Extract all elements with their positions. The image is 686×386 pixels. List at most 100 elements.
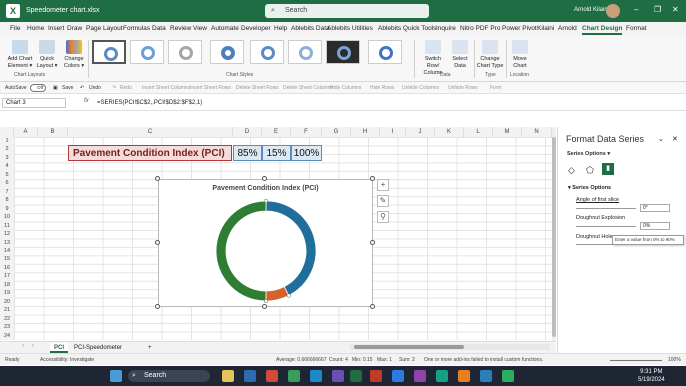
menu-item-power-pivot[interactable]: Power Pivot <box>502 25 537 32</box>
bar-chart-icon[interactable]: ▮ <box>602 163 614 175</box>
menu-item-nitro-pdf-pro[interactable]: Nitro PDF Pro <box>460 25 500 32</box>
menu-item-ablebits-data[interactable]: Ablebits Data <box>291 25 330 32</box>
horizontal-scrollbar[interactable] <box>350 344 550 350</box>
row-header-18[interactable]: 18 <box>0 280 14 290</box>
menu-item-ablebits-quick-tools[interactable]: Ablebits Quick Tools <box>378 25 436 32</box>
row-header-14[interactable]: 14 <box>0 246 14 256</box>
explosion-input[interactable]: 0% <box>640 222 670 230</box>
scroll-left-icon[interactable]: ‹ <box>22 343 24 349</box>
undo-icon[interactable]: ↶ <box>80 85 84 91</box>
row-header-1[interactable]: 1 <box>0 137 14 146</box>
redo-icon[interactable]: ↷ <box>112 85 116 91</box>
row-header-15[interactable]: 15 <box>0 255 14 264</box>
menu-item-file[interactable]: File <box>10 25 20 32</box>
app-icon[interactable] <box>332 370 344 382</box>
row-header-3[interactable]: 3 <box>0 153 14 163</box>
column-header-g[interactable]: G <box>322 127 351 137</box>
close-button[interactable]: ✕ <box>672 5 679 14</box>
select-all-corner[interactable] <box>0 127 14 137</box>
zoom-level[interactable]: 100% <box>668 357 681 363</box>
chart-elements-button[interactable]: + <box>377 179 389 191</box>
series-point-handle[interactable] <box>286 293 291 298</box>
row-header-2[interactable]: 2 <box>0 145 14 154</box>
app-icon[interactable] <box>502 370 514 382</box>
menu-item-data[interactable]: Data <box>152 25 166 32</box>
addins-warning[interactable]: One or more add-ins failed to install cu… <box>424 357 543 363</box>
menu-item-help[interactable]: Help <box>274 25 287 32</box>
resize-handle[interactable] <box>155 240 160 245</box>
row-header-10[interactable]: 10 <box>0 213 14 222</box>
mail-icon[interactable] <box>244 370 256 382</box>
resize-handle[interactable] <box>155 176 160 181</box>
qat-hide-rows[interactable]: Hide Rows <box>370 85 394 91</box>
chart-style-5[interactable] <box>250 40 284 64</box>
search-box[interactable]: ⌕ Search <box>265 4 429 18</box>
app-icon[interactable] <box>414 370 426 382</box>
row-header-8[interactable]: 8 <box>0 196 14 205</box>
qat-unhide-rows[interactable]: Unhide Rows <box>448 85 478 91</box>
maximize-button[interactable]: ❐ <box>654 5 661 14</box>
row-header-9[interactable]: 9 <box>0 204 14 214</box>
app-icon[interactable] <box>370 370 382 382</box>
fill-bucket-icon[interactable]: ◇ <box>568 165 578 175</box>
chart-style-6[interactable] <box>288 40 322 64</box>
column-header-b[interactable]: B <box>38 127 68 137</box>
accessibility-status[interactable]: Accessibility: Investigate <box>40 357 94 363</box>
redo-button[interactable]: Redo <box>120 85 132 91</box>
menu-item-arnold[interactable]: Arnold <box>558 25 577 32</box>
menu-item-formulas[interactable]: Formulas <box>123 25 150 32</box>
browser-icon[interactable] <box>266 370 278 382</box>
qat-insert-sheet-columns[interactable]: Insert Sheet Columns <box>142 85 190 91</box>
qat-delete-sheet-columns[interactable]: Delete Sheet Columns <box>283 85 333 91</box>
chart-filters-icon[interactable]: ⚲ <box>377 211 389 223</box>
column-header-d[interactable]: D <box>233 127 262 137</box>
doughnut-slice-1[interactable] <box>265 200 317 297</box>
resize-handle[interactable] <box>370 176 375 181</box>
resize-handle[interactable] <box>370 240 375 245</box>
change-colors-button[interactable]: Change Colors ▾ <box>62 40 86 70</box>
menu-item-view[interactable]: View <box>193 25 207 32</box>
column-header-l[interactable]: L <box>464 127 493 137</box>
move-chart-button[interactable]: Move Chart <box>510 40 530 70</box>
angle-slider[interactable] <box>576 208 636 209</box>
horizontal-scroll-thumb[interactable] <box>354 345 464 349</box>
row-header-17[interactable]: 17 <box>0 272 14 281</box>
qat-form[interactable]: Form <box>490 85 502 91</box>
doughnut-plot[interactable] <box>159 180 374 308</box>
chart-style-8[interactable] <box>368 40 402 64</box>
qat-unhide-columns[interactable]: Unhide Columns <box>402 85 439 91</box>
row-header-20[interactable]: 20 <box>0 297 14 307</box>
menu-item-home[interactable]: Home <box>27 25 44 32</box>
pentagon-effects-icon[interactable]: ⬠ <box>586 165 596 175</box>
menu-item-ablebits-utilities[interactable]: Ablebits Utilities <box>327 25 373 32</box>
row-header-13[interactable]: 13 <box>0 238 14 247</box>
fx-icon[interactable]: fx <box>84 98 89 104</box>
column-header-j[interactable]: J <box>406 127 435 137</box>
column-header-m[interactable]: M <box>493 127 522 137</box>
menu-item-page-layout[interactable]: Page Layout <box>86 25 123 32</box>
formula-input[interactable]: =SERIES(PCI!$C$2,,PCI!$D$2:$F$2,1) <box>97 98 202 108</box>
select-data-button[interactable]: Select Data <box>450 40 470 70</box>
doughnut-slice-2[interactable] <box>265 286 290 302</box>
column-header-i[interactable]: I <box>380 127 406 137</box>
row-header-16[interactable]: 16 <box>0 263 14 273</box>
status-min[interactable]: Min: 0.15 <box>352 357 373 363</box>
edge-icon[interactable] <box>310 370 322 382</box>
menu-item-automate[interactable]: Automate <box>211 25 239 32</box>
chevron-down-icon[interactable]: ⌄ <box>658 135 664 143</box>
column-header-k[interactable]: K <box>435 127 464 137</box>
qat-delete-sheet-rows[interactable]: Delete Sheet Rows <box>236 85 279 91</box>
menu-item-developer[interactable]: Developer <box>241 25 271 32</box>
autosave-toggle[interactable]: Off <box>30 84 46 92</box>
status-sum[interactable]: Sum: 2 <box>399 357 415 363</box>
sheet-tab-pci-speedometer[interactable]: PCI-Speedometer <box>70 343 126 353</box>
status-average[interactable]: Average: 0.666666667 <box>276 357 327 363</box>
resize-handle[interactable] <box>155 304 160 309</box>
add-sheet-button[interactable]: + <box>144 343 156 353</box>
series-point-handle[interactable] <box>263 298 269 304</box>
row-header-21[interactable]: 21 <box>0 306 14 315</box>
resize-handle[interactable] <box>262 176 267 181</box>
app-icon[interactable] <box>436 370 448 382</box>
angle-input[interactable]: 0° <box>640 204 670 212</box>
chrome-icon[interactable] <box>288 370 300 382</box>
